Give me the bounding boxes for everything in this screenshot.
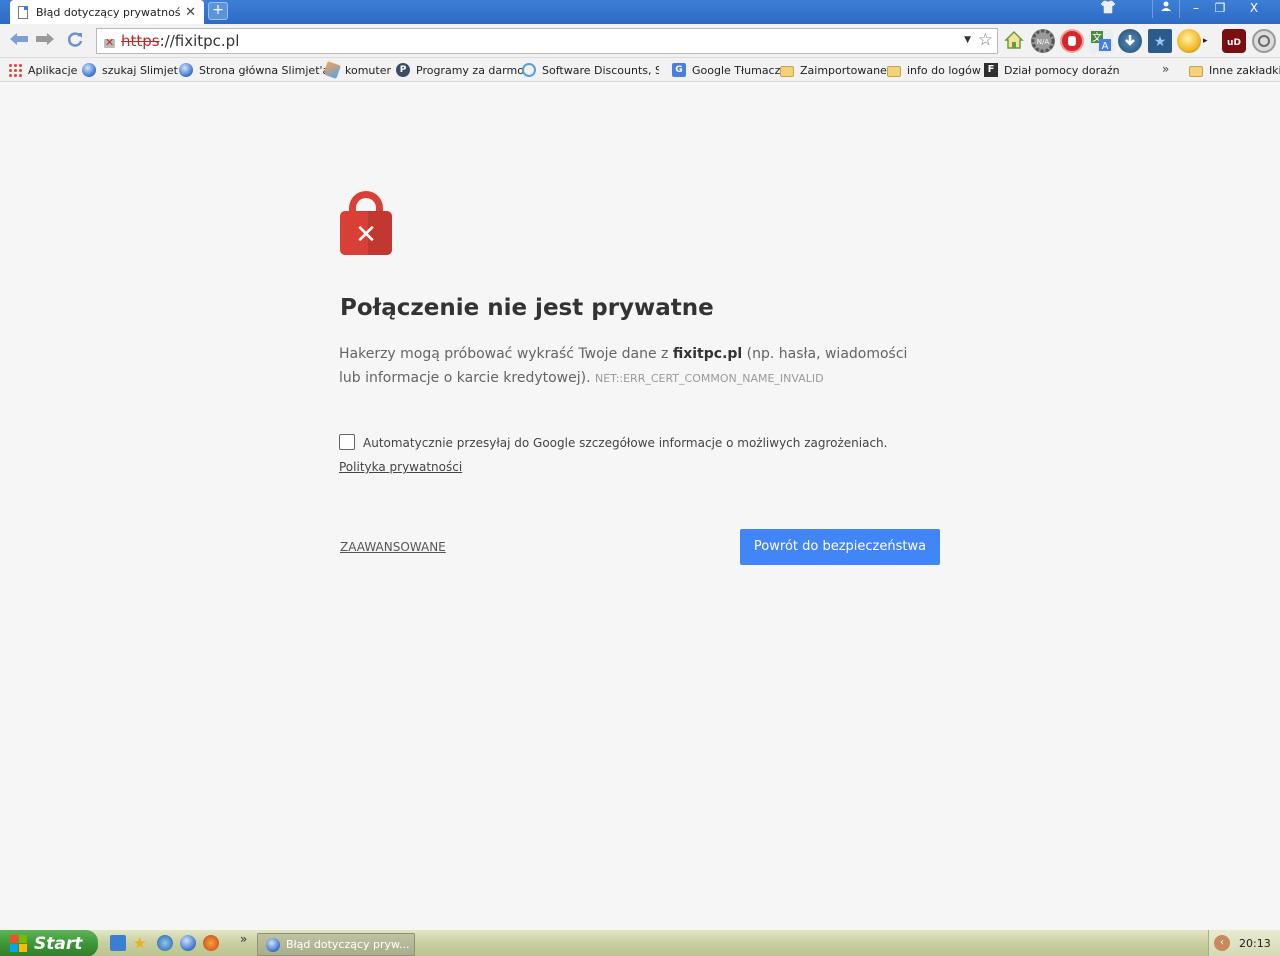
description-text: Hakerzy mogą próbować wykraść Twoje dane… <box>339 346 673 362</box>
windows-logo-icon <box>10 934 28 953</box>
clock[interactable]: 20:13 <box>1239 937 1271 950</box>
bookmark-label: Google Tłumacz <box>692 63 781 77</box>
bookmark-inne-zakladki[interactable]: Inne zakładki <box>1189 61 1280 79</box>
address-bar[interactable]: https://fixitpc.pl ▼ ☆ <box>96 28 998 54</box>
quicklaunch-star-icon[interactable]: ★ <box>133 935 149 951</box>
bookmark-aplikacje[interactable]: Aplikacje <box>8 61 77 79</box>
stop-hand-icon[interactable] <box>1060 29 1084 53</box>
reporting-checkbox-row: Automatycznie przesyłaj do Google szczeg… <box>339 431 929 479</box>
p-icon: P <box>396 63 410 77</box>
software-icon <box>522 63 536 77</box>
bookmark-komuter[interactable]: komuter <box>325 61 391 79</box>
advanced-link[interactable]: ZAAWANSOWANE <box>340 540 446 554</box>
new-tab-button[interactable]: + <box>208 2 228 20</box>
tab-title: Błąd dotyczący prywatności <box>36 5 182 19</box>
svg-text:A: A <box>1102 41 1109 52</box>
page-title: Połączenie nie jest prywatne <box>340 295 714 321</box>
url-scheme: https <box>121 32 160 50</box>
reload-icon[interactable] <box>64 31 86 51</box>
folder-icon <box>1189 65 1203 77</box>
bookmark-szukaj-slimjet[interactable]: szukaj Slimjet <box>82 61 178 79</box>
bookmark-info-do-logow[interactable]: info do logów <box>887 61 981 79</box>
bookmarks-bar: Aplikacje szukaj Slimjet Strona główna S… <box>0 58 1280 82</box>
bookmarks-overflow-button[interactable]: » <box>1162 62 1169 76</box>
bookmark-zaimportowane[interactable]: Zaimportowane <box>780 61 887 79</box>
translate-icon[interactable]: 文A <box>1089 29 1113 53</box>
bookmark-dzial-pomocy[interactable]: F Dział pomocy doraźnej · <box>984 61 1120 79</box>
taskbar-window-button[interactable]: Błąd dotyczący pryw... <box>257 933 415 956</box>
extensions-more-icon[interactable]: ▸ <box>1203 29 1213 53</box>
quicklaunch-ie-icon[interactable] <box>110 935 126 951</box>
svg-text:uD: uD <box>1227 38 1241 48</box>
quicklaunch-more-button[interactable]: » <box>240 932 247 946</box>
svg-text:N/A: N/A <box>1037 38 1050 46</box>
theme-shirt-icon[interactable] <box>1094 0 1122 18</box>
google-translate-icon: G <box>672 63 686 77</box>
menu-wrench-icon[interactable] <box>1252 29 1276 53</box>
system-tray: ‹ 20:13 <box>1208 930 1280 956</box>
bookmark-label: Aplikacje <box>28 63 78 77</box>
error-description: Hakerzy mogą próbować wykraść Twoje dane… <box>339 342 919 391</box>
f-icon: F <box>984 63 998 77</box>
bookmark-star-icon[interactable]: ☆ <box>978 30 993 50</box>
svg-text:★: ★ <box>1154 34 1167 50</box>
url-host: ://fixitpc.pl <box>159 32 240 50</box>
home-icon[interactable] <box>1003 29 1027 53</box>
insecure-lock-icon[interactable] <box>103 34 117 49</box>
quicklaunch-browser-icon[interactable] <box>157 935 173 951</box>
page-icon <box>18 5 28 19</box>
quicklaunch-firefox-icon[interactable] <box>203 935 219 951</box>
bookmark-label: Dział pomocy doraźnej · <box>1004 63 1120 77</box>
star-bookmark-icon[interactable]: ★ <box>1148 29 1172 53</box>
quicklaunch-globe-icon[interactable] <box>180 935 196 951</box>
taskbar: Start ★ » Błąd dotyczący pryw... ‹ 20:13 <box>0 929 1280 956</box>
tray-expand-icon[interactable]: ‹ <box>1214 935 1230 951</box>
bookmark-label: Strona główna Slimjet'a <box>199 63 330 77</box>
bookmark-label: komuter <box>345 63 391 77</box>
dropdown-arrow-icon[interactable]: ▼ <box>964 35 971 45</box>
active-tab[interactable]: Błąd dotyczący prywatności ✕ <box>10 0 204 24</box>
close-window-button[interactable]: X <box>1232 0 1276 18</box>
ublock-shield-icon[interactable]: uD <box>1222 29 1246 53</box>
back-to-safety-button[interactable]: Powrót do bezpieczeństwa <box>740 529 940 565</box>
bookmark-software-discounts[interactable]: Software Discounts, Sof <box>522 61 659 79</box>
bookmark-label: Inne zakładki <box>1209 63 1280 77</box>
tab-close-icon[interactable]: ✕ <box>185 5 196 20</box>
bookmark-label: Programy za darmo <box>416 63 524 77</box>
start-label: Start <box>34 933 83 954</box>
privacy-error-page: ✕ Połączenie nie jest prywatne Hakerzy m… <box>0 83 1280 929</box>
toolbar: https://fixitpc.pl ▼ ☆ N/A 文A ★ ▸ uD <box>0 24 1280 58</box>
download-icon[interactable] <box>1118 29 1142 53</box>
bookmark-strona-glowna[interactable]: Strona główna Slimjet'a <box>179 61 329 79</box>
tab-strip: Błąd dotyczący prywatności ✕ + – ❐ X <box>0 0 1280 24</box>
wizard-icon <box>325 61 341 79</box>
folder-icon <box>780 65 794 77</box>
reporting-checkbox[interactable] <box>339 434 355 450</box>
privacy-policy-link[interactable]: Polityka prywatności <box>339 460 462 474</box>
globe-icon <box>266 937 280 952</box>
task-label: Błąd dotyczący pryw... <box>286 938 410 951</box>
forward-arrow-icon[interactable] <box>34 31 56 51</box>
apps-grid-icon <box>8 63 22 77</box>
domain-name: fixitpc.pl <box>672 346 743 362</box>
bookmark-label: Zaimportowane <box>800 63 887 77</box>
bookmark-label: Software Discounts, Sof <box>542 63 659 77</box>
bookmark-programy-za-darmo[interactable]: P Programy za darmo <box>396 61 524 79</box>
bookmark-label: info do logów <box>907 63 981 77</box>
folder-icon <box>887 65 901 77</box>
globe-icon <box>82 63 96 77</box>
bookmark-label: szukaj Slimjet <box>102 63 178 77</box>
checkbox-label: Automatycznie przesyłaj do Google szczeg… <box>363 436 888 450</box>
start-button[interactable]: Start <box>0 930 98 956</box>
bookmark-google-tlumacz[interactable]: G Google Tłumacz <box>672 61 780 79</box>
lightbulb-icon[interactable] <box>1177 29 1201 53</box>
error-code: NET::ERR_CERT_COMMON_NAME_INVALID <box>595 372 824 385</box>
profile-icon[interactable] <box>1152 0 1180 18</box>
globe-icon <box>179 63 193 77</box>
settings-gear-icon[interactable]: N/A <box>1031 29 1055 53</box>
maximize-button[interactable]: ❐ <box>1206 0 1234 18</box>
red-lock-icon: ✕ <box>340 191 392 257</box>
back-arrow-icon[interactable] <box>8 31 30 51</box>
